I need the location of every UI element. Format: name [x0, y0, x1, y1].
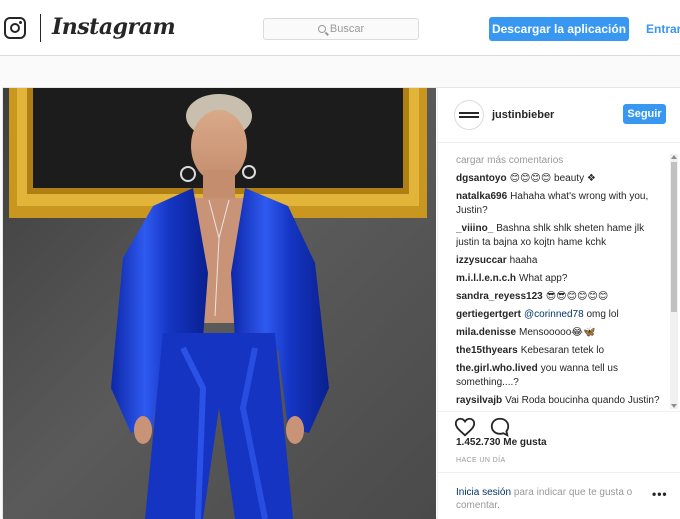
comment-username[interactable]: m.i.l.l.e.n.c.h — [456, 273, 516, 284]
comment-item: _viiino_ Bashna shlk shlk sheten hame jlk… — [456, 222, 666, 250]
logo-divider — [40, 14, 41, 42]
comment-username[interactable]: sandra_reyess123 — [456, 291, 543, 302]
comment-item: mila.denisse Mensooooo😂🦋 — [456, 326, 666, 340]
post-header: justinbieber Seguir — [438, 88, 680, 143]
comment-text: 😊😊😊😊 beauty ❖ — [509, 173, 596, 184]
comment-item: izzysuccar haaha — [456, 254, 666, 268]
follow-button[interactable]: Seguir — [623, 104, 666, 124]
comment-username[interactable]: gertiegertgert — [456, 309, 521, 320]
search-icon — [317, 25, 326, 33]
avatar[interactable] — [454, 100, 484, 130]
comment-username[interactable]: the.girl.who.lived — [456, 363, 538, 374]
comment-item: natalka696 Hahaha what's wrong with you, … — [456, 190, 666, 218]
comment-icon[interactable] — [489, 416, 511, 438]
comment-text: 😎😎😊😊😊😊 — [545, 291, 609, 302]
comment-username[interactable]: _viiino_ — [456, 223, 493, 234]
comment-item: sandra_reyess123 😎😎😊😊😊😊 — [456, 290, 666, 304]
scroll-down-arrow-icon[interactable] — [671, 404, 677, 408]
comment-username[interactable]: mila.denisse — [456, 327, 516, 338]
post-card: justinbieber Seguir cargar más comentari… — [2, 87, 680, 519]
post-actions — [438, 411, 680, 437]
likes-count[interactable]: 1.452.730 Me gusta — [456, 437, 547, 448]
comment-username[interactable]: raysilvajb — [456, 395, 502, 406]
load-more-comments-link[interactable]: cargar más comentarios — [456, 154, 666, 168]
comment-username[interactable]: izzysuccar — [456, 255, 507, 266]
search-placeholder: Buscar — [329, 23, 365, 35]
comment-text: What app? — [519, 273, 568, 284]
comment-text: omg lol — [586, 309, 619, 320]
comment-text: Mensooooo😂🦋 — [519, 327, 596, 338]
login-prompt-link[interactable]: Inicia sesión — [456, 487, 511, 498]
comments-list[interactable]: cargar más comentarios dgsantoyo 😊😊😊😊 bea… — [456, 154, 666, 409]
comment-item: dgsantoyo 😊😊😊😊 beauty ❖ — [456, 172, 666, 186]
comment-login-bar: Inicia sesión para indicar que te gusta … — [438, 472, 680, 519]
avatar-logo-icon — [459, 112, 479, 118]
search-input[interactable]: Buscar — [263, 18, 419, 40]
comment-item: gertiegertgert @corinned78 omg lol — [456, 308, 666, 322]
heart-icon[interactable] — [454, 416, 476, 438]
more-options-icon[interactable]: ••• — [652, 487, 668, 501]
comment-username[interactable]: dgsantoyo — [456, 173, 507, 184]
comment-item: the.girl.who.lived you wanna tell us some… — [456, 362, 666, 390]
comment-text: Kebesaran tetek lo — [520, 345, 605, 356]
comment-username[interactable]: the15thyears — [456, 345, 518, 356]
comment-text: haaha — [509, 255, 538, 266]
scrollbar-thumb[interactable] — [671, 162, 677, 312]
comment-username[interactable]: natalka696 — [456, 191, 507, 202]
comment-item: the15thyears Kebesaran tetek lo — [456, 344, 666, 358]
download-app-button[interactable]: Descargar la aplicación — [489, 17, 629, 41]
post-username[interactable]: justinbieber — [492, 109, 554, 121]
comment-item: m.i.l.l.e.n.c.h What app? — [456, 272, 666, 286]
comment-mention-link[interactable]: @corinned78 — [524, 309, 584, 320]
comments-scrollbar[interactable] — [670, 154, 678, 409]
instagram-wordmark[interactable]: Instagram — [52, 14, 176, 40]
instagram-camera-icon[interactable] — [4, 17, 26, 39]
login-prompt: Inicia sesión para indicar que te gusta … — [456, 486, 646, 512]
comment-item: raysilvajb Vai Roda boucinha quando Justi… — [456, 394, 666, 409]
post-photo[interactable] — [3, 88, 436, 519]
scroll-up-arrow-icon[interactable] — [671, 155, 677, 159]
login-link[interactable]: Entrar — [646, 22, 680, 36]
post-timestamp: HACE UN DÍA — [456, 457, 506, 464]
post-image-illustration — [3, 88, 436, 519]
top-navigation-bar: Instagram Buscar Descargar la aplicación… — [0, 0, 680, 56]
post-side-panel: justinbieber Seguir cargar más comentari… — [437, 88, 680, 519]
